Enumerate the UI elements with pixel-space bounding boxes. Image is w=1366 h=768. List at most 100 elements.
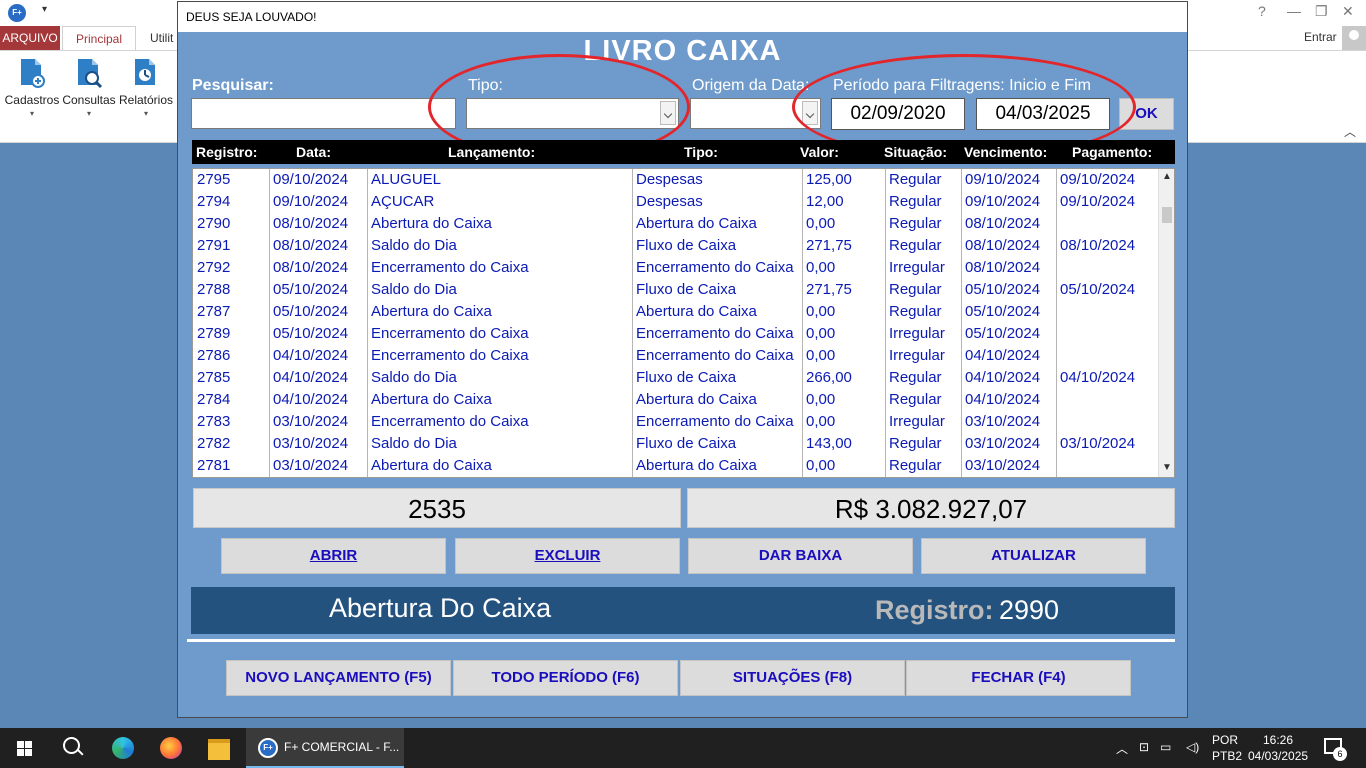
cell-vencimento: 04/10/2024 (965, 347, 1041, 364)
firefox-icon[interactable] (148, 728, 194, 768)
cell-registro: 2792 (197, 259, 231, 276)
table-row[interactable]: 2786 04/10/2024 Encerramento do Caixa Encer… (193, 345, 1159, 367)
tab-arquivo[interactable]: ARQUIVO (0, 26, 60, 50)
cell-tipo: Abertura do Caixa (636, 215, 757, 232)
clock-time[interactable]: 16:26 (1263, 733, 1293, 747)
scroll-down-icon[interactable]: ▼ (1162, 463, 1172, 473)
volume-icon[interactable]: ◁) (1186, 740, 1199, 754)
cell-situacao: Irregular (889, 347, 945, 364)
cell-registro: 2794 (197, 193, 231, 210)
todo-periodo-button[interactable]: TODO PERÍODO (F6) (453, 660, 678, 696)
cell-situacao: Irregular (889, 413, 945, 430)
relatorios-button[interactable]: Relatórios ▾ (118, 57, 174, 118)
cell-tipo: Despesas (636, 171, 703, 188)
minimize-icon[interactable]: — (1287, 3, 1301, 19)
avatar[interactable] (1342, 26, 1366, 50)
header-lancamento: Lançamento: (448, 144, 536, 160)
cell-lancamento: Encerramento do Caixa (371, 325, 529, 342)
cell-tipo: Abertura do Caixa (636, 391, 757, 408)
network-icon[interactable]: ⊡ (1139, 740, 1149, 754)
total-count: 2535 (193, 488, 681, 528)
taskbar-app-fcomercial[interactable]: F+ F+ COMERCIAL - F... (246, 728, 404, 768)
table-row[interactable]: 2788 05/10/2024 Saldo do Dia Fluxo de Caixa… (193, 279, 1159, 301)
cell-valor: 0,00 (806, 391, 836, 408)
collapse-ribbon-icon[interactable]: ︿ (1344, 123, 1356, 140)
search-input[interactable] (191, 98, 456, 129)
quick-access-dropdown-icon[interactable]: ▾ (42, 4, 47, 15)
tab-principal[interactable]: Principal (62, 26, 136, 50)
cell-tipo: Fluxo de Caixa (636, 237, 737, 254)
dar-baixa-button[interactable]: DAR BAIXA (688, 538, 913, 574)
scroll-up-icon[interactable]: ▲ (1162, 172, 1172, 182)
fechar-button[interactable]: FECHAR (F4) (906, 660, 1131, 696)
cell-tipo: Encerramento do Caixa (636, 259, 794, 276)
tab-utilitarios[interactable]: Utilit (150, 26, 173, 50)
close-icon[interactable]: ✕ (1342, 3, 1354, 20)
table-row[interactable]: 2792 08/10/2024 Encerramento do Caixa Encer… (193, 257, 1159, 279)
table-row[interactable]: 2783 03/10/2024 Encerramento do Caixa Encer… (193, 411, 1159, 433)
help-icon[interactable]: ? (1258, 3, 1266, 19)
cell-vencimento: 05/10/2024 (965, 281, 1041, 298)
app-logo-icon: F+ (8, 4, 26, 22)
windows-start-icon[interactable] (0, 728, 48, 768)
table-row[interactable]: 2785 04/10/2024 Saldo do Dia Fluxo de Caixa… (193, 367, 1159, 389)
table-row[interactable]: 2787 05/10/2024 Abertura do Caixa Abertura … (193, 301, 1159, 323)
records-table[interactable]: 2795 09/10/2024 ALUGUEL Despesas 125,00 Regul… (192, 168, 1175, 478)
cell-pagamento: 09/10/2024 (1060, 193, 1136, 210)
table-row[interactable]: 2789 05/10/2024 Encerramento do Caixa Encer… (193, 323, 1159, 345)
cell-situacao: Regular (889, 171, 942, 188)
registro-label: Registro: (875, 595, 994, 625)
tray-chevron-icon[interactable]: ︿ (1116, 740, 1128, 757)
cell-valor: 271,75 (806, 281, 852, 298)
cadastros-button[interactable]: Cadastros ▾ (4, 57, 60, 118)
sign-in-link[interactable]: Entrar (1304, 30, 1337, 44)
table-row[interactable]: 2794 09/10/2024 AÇUCAR Despesas 12,00 Regular… (193, 191, 1159, 213)
situacoes-button[interactable]: SITUAÇÕES (F8) (680, 660, 905, 696)
consultas-button[interactable]: Consultas ▾ (61, 57, 117, 118)
cell-registro: 2781 (197, 457, 231, 474)
language-secondary[interactable]: PTB2 (1212, 749, 1242, 763)
cell-situacao: Regular (889, 303, 942, 320)
excluir-button[interactable]: EXCLUIR (455, 538, 680, 574)
battery-icon[interactable]: ▭ (1160, 740, 1171, 754)
cell-valor: 125,00 (806, 171, 852, 188)
search-icon[interactable] (48, 728, 96, 768)
abrir-button[interactable]: ABRIR (221, 538, 446, 574)
cell-valor: 12,00 (806, 193, 844, 210)
cell-vencimento: 03/10/2024 (965, 457, 1041, 474)
scroll-thumb[interactable] (1162, 207, 1172, 223)
cell-lancamento: Encerramento do Caixa (371, 413, 529, 430)
vertical-scrollbar[interactable]: ▲ ▼ (1158, 169, 1174, 477)
cell-vencimento: 09/10/2024 (965, 193, 1041, 210)
restore-icon[interactable]: ❐ (1315, 3, 1328, 20)
divider (187, 639, 1175, 642)
file-explorer-icon[interactable] (196, 728, 242, 768)
table-row[interactable]: 2784 04/10/2024 Abertura do Caixa Abertura … (193, 389, 1159, 411)
header-data: Data: (296, 144, 332, 160)
table-row[interactable]: 2781 03/10/2024 Abertura do Caixa Abertura … (193, 455, 1159, 477)
cell-data: 04/10/2024 (273, 369, 349, 386)
table-row[interactable]: 2795 09/10/2024 ALUGUEL Despesas 125,00 Regul… (193, 169, 1159, 191)
cell-tipo: Abertura do Caixa (636, 303, 757, 320)
cell-registro: 2788 (197, 281, 231, 298)
header-registro: Registro: (196, 144, 258, 160)
table-row[interactable]: 2791 08/10/2024 Saldo do Dia Fluxo de Caixa… (193, 235, 1159, 257)
cell-registro: 2784 (197, 391, 231, 408)
table-row[interactable]: 2790 08/10/2024 Abertura do Caixa Abertura … (193, 213, 1159, 235)
cell-vencimento: 04/10/2024 (965, 391, 1041, 408)
cell-situacao: Irregular (889, 259, 945, 276)
cell-data: 09/10/2024 (273, 193, 349, 210)
cell-pagamento: 09/10/2024 (1060, 171, 1136, 188)
novo-lancamento-button[interactable]: NOVO LANÇAMENTO (F5) (226, 660, 451, 696)
header-tipo: Tipo: (684, 144, 718, 160)
cell-registro: 2783 (197, 413, 231, 430)
report-icon (135, 59, 155, 85)
edge-browser-icon[interactable] (100, 728, 146, 768)
language-primary[interactable]: POR (1212, 733, 1238, 747)
atualizar-button[interactable]: ATUALIZAR (921, 538, 1146, 574)
table-row[interactable]: 2782 03/10/2024 Saldo do Dia Fluxo de Caixa… (193, 433, 1159, 455)
total-sum: R$ 3.082.927,07 (687, 488, 1175, 528)
cell-registro: 2795 (197, 171, 231, 188)
clock-date[interactable]: 04/03/2025 (1248, 749, 1308, 763)
cell-data: 03/10/2024 (273, 435, 349, 452)
